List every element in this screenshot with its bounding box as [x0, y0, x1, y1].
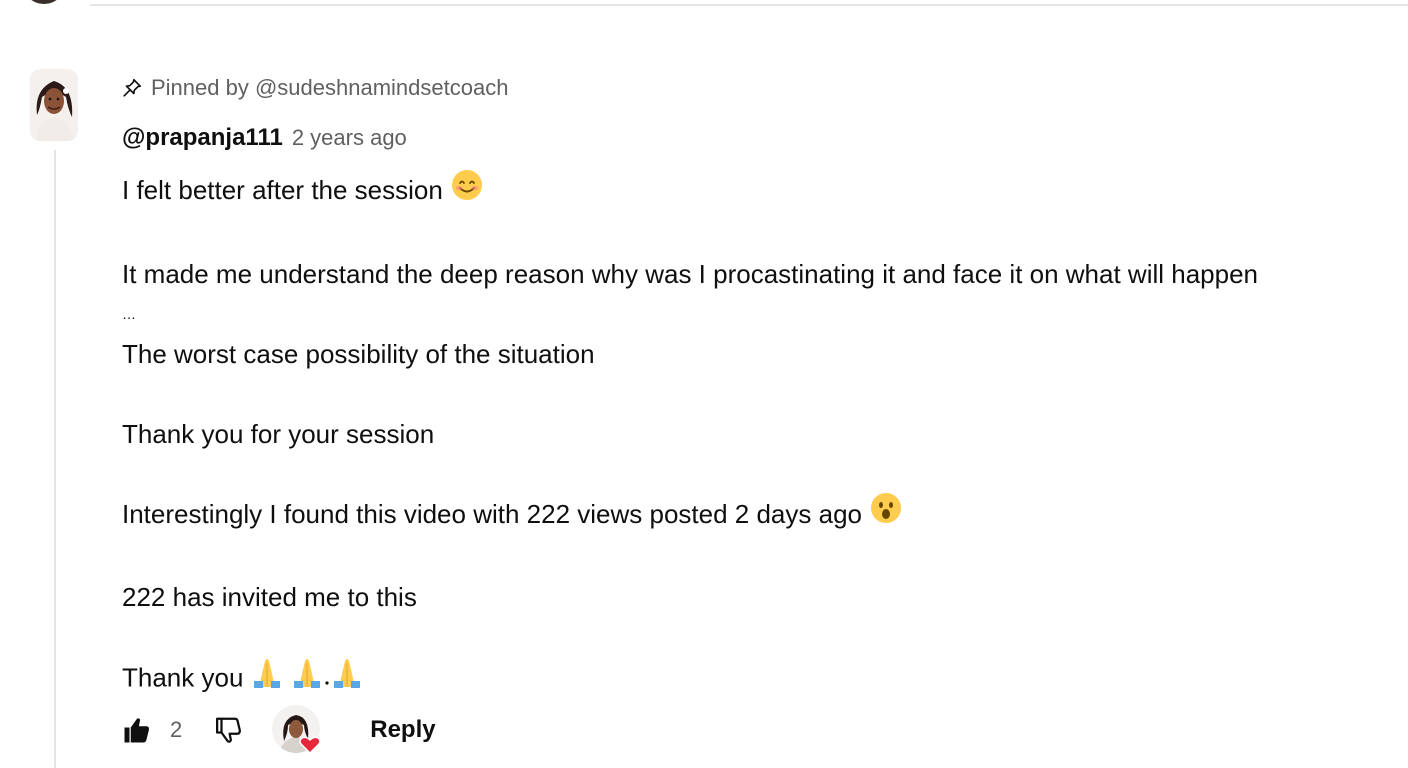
- previous-comment-avatar[interactable]: [22, 0, 66, 4]
- reply-button[interactable]: Reply: [370, 716, 435, 744]
- thumbs-up-icon: [124, 718, 149, 743]
- dislike-button[interactable]: [214, 715, 244, 745]
- thumbs-down-icon: [216, 717, 242, 743]
- comment-line-text: I felt better after the session: [122, 175, 443, 205]
- surprised-face-emoji: [870, 492, 902, 535]
- comment-timestamp[interactable]: 2 years ago: [292, 125, 407, 151]
- smiling-face-emoji: [451, 169, 483, 212]
- author-handle[interactable]: @prapanja111: [122, 124, 283, 152]
- pinned-indicator: Pinned by @sudeshnamindsetcoach: [121, 73, 508, 103]
- like-button[interactable]: [122, 715, 152, 745]
- comment-line: Thank you: [122, 657, 1392, 702]
- pinned-label: Pinned by @sudeshnamindsetcoach: [151, 75, 509, 100]
- comment-text: I felt better after the session It made …: [122, 169, 1392, 702]
- comment-line: Interestingly I found this video with 22…: [122, 492, 1392, 538]
- comment-line: 222 has invited me to this: [122, 582, 417, 613]
- comment-header: @prapanja111 2 years ago: [122, 124, 407, 156]
- like-count: 2: [170, 717, 183, 742]
- comment-line: Thank you for your session: [122, 418, 435, 449]
- comment-line: It made me understand the deep reason wh…: [122, 258, 1259, 289]
- creator-heart-badge: [272, 705, 322, 755]
- comment-divider: [90, 4, 1408, 6]
- comment-line: I felt better after the session: [122, 169, 1392, 214]
- comment-line: …: [122, 305, 136, 322]
- comment-actions: 2 Reply: [122, 705, 436, 755]
- comment-line: The worst case possibility of the situat…: [122, 338, 595, 369]
- comment-line-text: Interestingly I found this video with 22…: [122, 498, 862, 529]
- reply-thread-line: [54, 150, 56, 768]
- author-avatar[interactable]: [30, 69, 78, 141]
- comment-line-text: Thank you: [122, 662, 244, 693]
- pin-icon: [121, 77, 143, 99]
- folded-hands-emoji: [251, 655, 367, 700]
